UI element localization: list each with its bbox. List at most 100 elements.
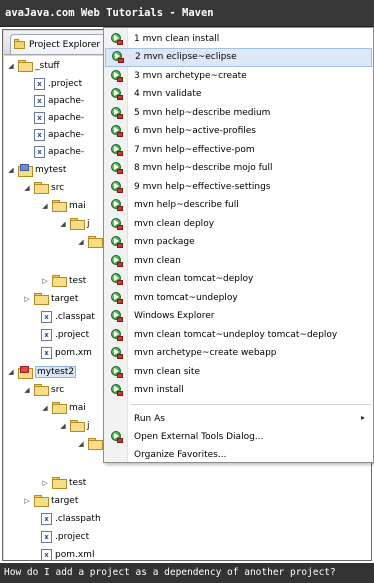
menu-item[interactable]: mvn clean tomcat~undeploy tomcat~deploy [105, 325, 372, 344]
tree-item-label: _stuff [35, 60, 60, 71]
xml-file-icon: x [34, 111, 45, 124]
tree-folder-item[interactable]: ◢ mai [41, 399, 86, 416]
tree-folder-item[interactable]: ◢ _stuff [7, 57, 60, 74]
collapse-toggle-icon[interactable]: ◢ [77, 238, 85, 246]
run-external-tool-icon [111, 106, 123, 119]
menu-item[interactable]: mvn help~describe full [105, 196, 372, 215]
menu-item[interactable]: mvn clean tomcat~deploy [105, 270, 372, 289]
collapse-toggle-icon[interactable]: ◢ [41, 404, 49, 412]
menu-item[interactable]: mvn archetype~create webapp [105, 344, 372, 363]
tree-item-label: src [51, 384, 65, 395]
tree-folder-item[interactable]: ◢ src [23, 179, 64, 196]
tree-folder-item[interactable]: ◢ [77, 435, 105, 452]
folder-icon [34, 384, 49, 396]
tree-folder-item[interactable]: ▷ test [41, 474, 86, 491]
menu-item[interactable]: mvn package [105, 233, 372, 252]
tree-folder-item[interactable]: ◢ src [23, 381, 64, 398]
run-external-tool-icon [111, 310, 123, 322]
tree-item-label: .classpat [55, 311, 95, 322]
tree-file-item[interactable]: x pom.xml [41, 546, 94, 560]
collapse-toggle-icon[interactable]: ◢ [59, 220, 67, 228]
tree-folder-item[interactable]: ▷ target [23, 290, 78, 307]
tree-item-label: target [51, 293, 79, 304]
tree-file-item[interactable]: x apache- [34, 143, 84, 160]
folder-icon [52, 477, 67, 489]
menu-item[interactable]: mvn clean [105, 251, 372, 270]
collapse-toggle-icon[interactable]: ◢ [77, 440, 85, 448]
tree-folder-item[interactable]: ◢ j [59, 215, 90, 232]
tree-item-label: .classpath [55, 513, 101, 524]
menu-item-icon-slot [105, 291, 129, 304]
menu-item-label: mvn clean tomcat~deploy [134, 274, 254, 284]
tree-folder-item[interactable]: ◢ mytest2 [7, 363, 77, 380]
menu-item-icon-slot [105, 347, 129, 359]
menu-item[interactable]: 7 mvn help~effective-pom [105, 140, 372, 159]
menu-item-icon-slot [105, 199, 129, 211]
tree-file-item[interactable]: x apache- [34, 126, 84, 143]
menu-item[interactable]: 9 mvn help~effective-settings [105, 177, 372, 196]
menu-item-label: mvn tomcat~undeploy [134, 292, 238, 303]
tab-project-explorer[interactable]: Project Explorer [10, 34, 108, 54]
folder-icon [52, 200, 67, 212]
tree-folder-item[interactable]: ◢ j [59, 417, 90, 434]
menu-item-run-as[interactable]: Run As ▸ [105, 409, 372, 428]
menu-item-label: mvn package [134, 237, 195, 247]
menu-item[interactable]: mvn install [105, 381, 372, 400]
xml-file-icon: x [41, 548, 52, 560]
menu-item-label: 5 mvn help~describe medium [134, 107, 271, 118]
tree-file-item[interactable]: x apache- [34, 109, 84, 126]
menu-item[interactable]: 2 mvn eclipse~eclipse [105, 47, 372, 67]
collapse-toggle-icon[interactable]: ◢ [23, 184, 31, 192]
menu-item-icon-slot [105, 162, 129, 174]
menu-item[interactable]: mvn clean site [105, 362, 372, 381]
collapse-toggle-icon[interactable]: ◢ [59, 422, 67, 430]
tree-folder-item[interactable]: ◢ mytest [7, 161, 66, 178]
tree-item-label: pom.xml [55, 549, 95, 560]
tree-file-item[interactable]: x .project [34, 75, 82, 92]
folder-icon [70, 420, 85, 432]
tree-file-item[interactable]: x apache- [34, 92, 84, 109]
menu-item-label: 7 mvn help~effective-pom [134, 144, 255, 155]
tree-folder-item[interactable]: ◢ mai [41, 197, 86, 214]
menu-item[interactable]: mvn clean deploy [105, 214, 372, 233]
tree-item-label: j [87, 420, 90, 431]
menu-item-icon-slot [105, 273, 129, 285]
tree-folder-item[interactable]: ▷ target [23, 492, 78, 509]
tree-file-item[interactable]: x .classpat [41, 308, 95, 325]
tree-file-item[interactable]: x pom.xm [41, 344, 92, 361]
menu-item[interactable]: Windows Explorer [105, 307, 372, 326]
xml-file-icon: x [34, 94, 45, 107]
expand-toggle-icon[interactable]: ▷ [23, 497, 31, 505]
menu-item[interactable]: 1 mvn clean install [105, 29, 372, 48]
menu-item-label: 4 mvn validate [134, 89, 202, 99]
menu-item-open-external-tools-dialog[interactable]: Open External Tools Dialog... [105, 427, 372, 446]
expand-toggle-icon[interactable]: ▷ [41, 479, 49, 487]
collapse-toggle-icon[interactable]: ◢ [7, 62, 15, 70]
menu-item[interactable]: 4 mvn validate [105, 85, 372, 104]
collapse-toggle-icon[interactable]: ◢ [7, 166, 15, 174]
menu-item-organize-favorites[interactable]: Organize Favorites... [105, 445, 372, 464]
folder-icon [34, 182, 49, 194]
tree-item-label: apache- [48, 112, 85, 123]
expand-toggle-icon[interactable]: ▷ [23, 295, 31, 303]
menu-item[interactable]: 5 mvn help~describe medium [105, 103, 372, 122]
menu-item[interactable]: 6 mvn help~active-profiles [105, 122, 372, 141]
run-external-tool-icon [111, 365, 123, 378]
tree-item-label: mytest [35, 164, 67, 175]
menu-separator [131, 404, 371, 405]
tree-folder-item[interactable]: ▷ test [41, 272, 86, 289]
tree-file-item[interactable]: x .project [41, 528, 89, 545]
menu-item-icon-slot [105, 328, 129, 341]
collapse-toggle-icon[interactable]: ◢ [7, 368, 15, 376]
menu-item[interactable]: 8 mvn help~describe mojo full [105, 159, 372, 178]
collapse-toggle-icon[interactable]: ◢ [41, 202, 49, 210]
menu-item[interactable]: mvn tomcat~undeploy [105, 288, 372, 307]
menu-item-label: Run As [134, 413, 165, 424]
expand-toggle-icon[interactable]: ▷ [41, 277, 49, 285]
menu-item[interactable]: 3 mvn archetype~create [105, 66, 372, 85]
tree-file-item[interactable]: x .classpath [41, 510, 101, 527]
tree-folder-item[interactable]: ◢ [77, 233, 105, 250]
collapse-toggle-icon[interactable]: ◢ [23, 386, 31, 394]
xml-file-icon: x [34, 128, 45, 141]
tree-file-item[interactable]: x .project [41, 326, 89, 343]
